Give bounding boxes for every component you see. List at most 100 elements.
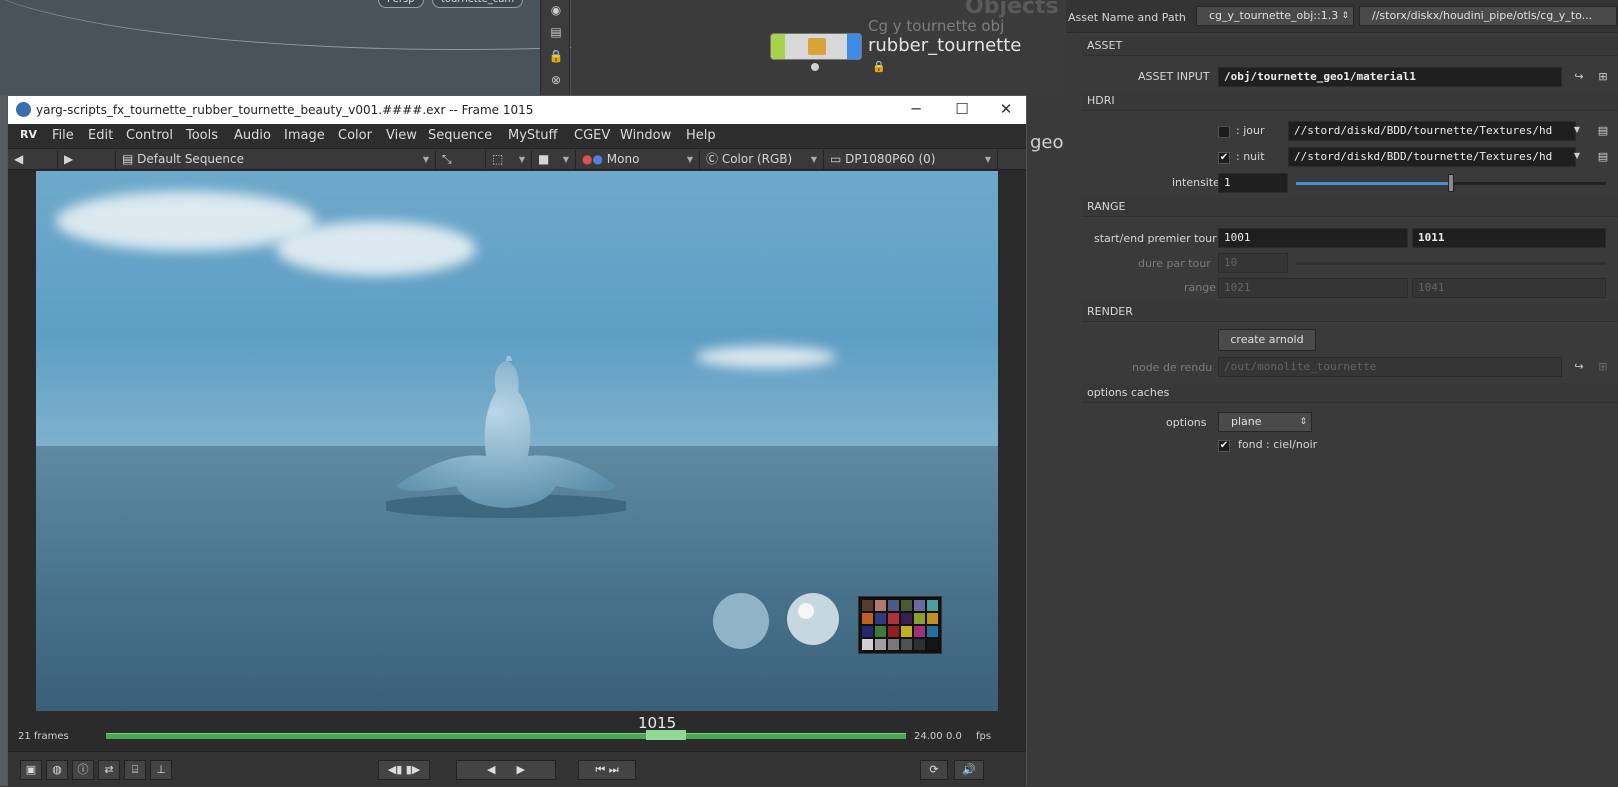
- nuit-label: : nuit: [1236, 150, 1265, 163]
- render-viewport[interactable]: [36, 171, 998, 711]
- section-hdri[interactable]: HDRI: [1082, 91, 1618, 111]
- info-icon[interactable]: ⓘ: [72, 760, 94, 780]
- nuit-dropdown-icon[interactable]: ▼: [1570, 149, 1584, 163]
- close-icon[interactable]: ✕: [986, 98, 1026, 120]
- lock-icon[interactable]: 🔒: [548, 48, 564, 64]
- maximize-icon[interactable]: ☐: [942, 98, 982, 120]
- section-asset[interactable]: ASSET: [1082, 36, 1618, 56]
- nuit-file-chooser-icon[interactable]: ▤: [1596, 150, 1610, 164]
- menu-bar: RV File Edit Control Tools Audio Image C…: [8, 124, 1026, 148]
- section-render[interactable]: RENDER: [1082, 302, 1618, 322]
- menu-view[interactable]: View: [386, 128, 417, 143]
- options-label: options: [1166, 416, 1207, 429]
- sequence-select[interactable]: ▤ Default Sequence ▼: [116, 150, 436, 169]
- node-render-flag[interactable]: [847, 34, 861, 59]
- swap-icon[interactable]: ⇄: [98, 760, 120, 780]
- nuit-path-field[interactable]: //stord/diskd/BDD/tournette/Textures/hd: [1288, 147, 1576, 167]
- current-frame: 1015: [638, 714, 677, 732]
- template-icon[interactable]: ▤: [548, 24, 564, 40]
- stereo-icon: ●: [582, 152, 593, 166]
- channel-select[interactable]: ●● Mono ▼: [576, 150, 700, 169]
- title-bar[interactable]: yarg-scripts_fx_tournette_rubber_tournet…: [8, 96, 1026, 124]
- document-icon: ▤: [122, 152, 138, 166]
- inspector-icon[interactable]: ⌸: [124, 760, 146, 780]
- range-label: range: [1184, 281, 1216, 294]
- asset-path-select[interactable]: //storx/diskx/houdini_pipe/otls/cg_y_to.…: [1359, 6, 1617, 26]
- menu-help[interactable]: Help: [686, 128, 716, 143]
- close-circle-icon[interactable]: ⊗: [548, 72, 564, 88]
- annotate-icon[interactable]: ⊥: [150, 760, 172, 780]
- timeline-track[interactable]: [106, 733, 906, 739]
- fps-offset: 0.0: [946, 731, 962, 742]
- intensite-field[interactable]: 1: [1218, 173, 1288, 193]
- asset-node[interactable]: [770, 33, 862, 60]
- fps-label: fps: [976, 731, 992, 742]
- node-name-label[interactable]: rubber_tournette: [868, 35, 1021, 56]
- node-output-connector[interactable]: [811, 63, 819, 71]
- viewer-toolbar: ◀ ▶ ▤ Default Sequence ▼ ⤡ ⬚ ▼ ■ ▼ ●● Mono ▼…: [8, 148, 1026, 170]
- jour-checkbox[interactable]: [1218, 126, 1230, 138]
- range-end-field: 1041: [1412, 278, 1606, 298]
- intensite-slider-handle[interactable]: [1448, 174, 1454, 192]
- step-frame-icon[interactable]: ◀▮ ▮▶: [378, 760, 430, 780]
- node-display-flag[interactable]: [771, 34, 785, 59]
- options-select[interactable]: plane ⇕: [1218, 412, 1312, 432]
- jour-dropdown-icon[interactable]: ▼: [1570, 123, 1584, 137]
- menu-mystuff[interactable]: MyStuff: [508, 128, 557, 143]
- menu-audio[interactable]: Audio: [234, 128, 271, 143]
- menu-sequence[interactable]: Sequence: [428, 128, 492, 143]
- forward-arrow-icon[interactable]: ▶: [58, 150, 116, 169]
- section-range[interactable]: RANGE: [1082, 197, 1618, 217]
- persp-button[interactable]: Persp: [378, 0, 424, 8]
- fond-checkbox[interactable]: ✔: [1218, 440, 1230, 452]
- menu-edit[interactable]: Edit: [88, 128, 113, 143]
- end-frame-field[interactable]: 1011: [1412, 228, 1606, 248]
- start-frame-field[interactable]: 1001: [1218, 228, 1408, 248]
- camera-button[interactable]: tournette_cam: [432, 0, 524, 8]
- menu-image[interactable]: Image: [284, 128, 325, 143]
- menu-window[interactable]: Window: [620, 128, 671, 143]
- volume-icon[interactable]: 🔊: [954, 760, 984, 780]
- reference-spheres: [713, 593, 839, 649]
- node-icon: [808, 38, 826, 55]
- menu-control[interactable]: Control: [126, 128, 173, 143]
- jour-file-chooser-icon[interactable]: ▤: [1596, 124, 1610, 138]
- minimize-icon[interactable]: ─: [896, 98, 936, 120]
- menu-color[interactable]: Color: [338, 128, 372, 143]
- display-device-select[interactable]: ▭ DP1080P60 (0) ▼: [824, 150, 998, 169]
- color-space-select[interactable]: Ⓒ Color (RGB) ▼: [700, 150, 824, 169]
- render-jump-icon[interactable]: ↪: [1572, 360, 1586, 374]
- jour-path-field[interactable]: //stord/diskd/BDD/tournette/Textures/hd: [1288, 121, 1576, 141]
- panel-toggle-icon[interactable]: ▣: [20, 760, 42, 780]
- jump-ends-icon[interactable]: ⏮ ⏭: [578, 760, 636, 780]
- play-controls[interactable]: ◀ ▶: [456, 760, 556, 780]
- jour-label: : jour: [1236, 124, 1265, 137]
- menu-cgev[interactable]: CGEV: [574, 128, 610, 143]
- jump-to-node-icon[interactable]: ↪: [1572, 70, 1586, 84]
- crop-icon[interactable]: ⬚ ▼: [486, 150, 532, 169]
- loop-mode-icon[interactable]: ⟳: [920, 760, 948, 780]
- display-options-icon[interactable]: ◉: [548, 2, 564, 18]
- back-arrow-icon[interactable]: ◀: [8, 150, 58, 169]
- intensite-slider-fill: [1296, 182, 1451, 185]
- fps-value[interactable]: 24.00: [914, 731, 943, 742]
- asset-input-field[interactable]: /obj/tournette_geo1/material1: [1218, 67, 1562, 87]
- section-options-caches[interactable]: options caches: [1082, 383, 1618, 403]
- timeline[interactable]: 21 frames 1015 24.00 0.0 fps: [8, 711, 1026, 751]
- color-wheel-icon[interactable]: ◍: [46, 760, 68, 780]
- fit-icon[interactable]: ⤡: [436, 150, 486, 169]
- create-arnold-button[interactable]: create arnold: [1218, 329, 1316, 351]
- intensite-slider[interactable]: [1296, 174, 1606, 192]
- cloud: [56, 191, 316, 251]
- node-chooser-icon[interactable]: ⊞: [1596, 70, 1610, 84]
- options-select-value: plane: [1231, 415, 1262, 428]
- menu-tools[interactable]: Tools: [186, 128, 218, 143]
- jour-label-text: jour: [1243, 124, 1265, 137]
- menu-file[interactable]: File: [52, 128, 74, 143]
- node-rendu-field: /out/monolite_tournette: [1218, 357, 1562, 377]
- nuit-checkbox[interactable]: ✔: [1218, 152, 1230, 164]
- asset-version-select[interactable]: cg_y_tournette_obj::1.3 ⇕: [1196, 6, 1354, 26]
- channel-select-value: Mono: [606, 152, 640, 166]
- background-color-icon[interactable]: ■ ▼: [532, 150, 576, 169]
- network-side-toolbar: ◉ ▤ 🔒 ⊗: [540, 0, 570, 95]
